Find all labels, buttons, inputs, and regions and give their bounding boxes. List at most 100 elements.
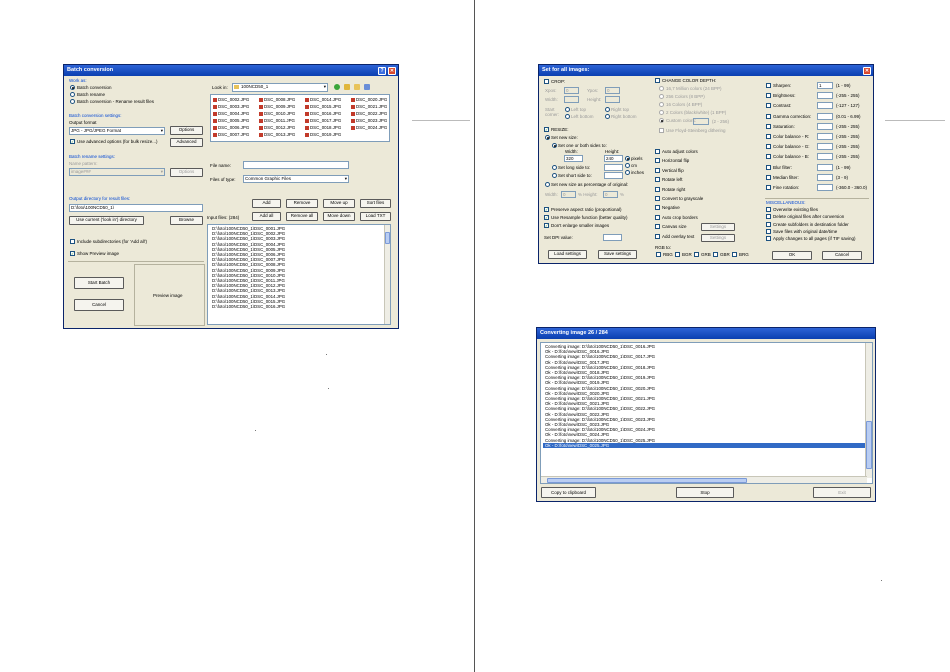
- scrollbar[interactable]: [384, 225, 390, 324]
- crop-height-input[interactable]: [605, 96, 620, 103]
- effect-checkbox[interactable]: [655, 224, 660, 230]
- new-width-input[interactable]: 320: [564, 155, 583, 162]
- short-side-input[interactable]: [604, 172, 623, 179]
- misc-checkbox[interactable]: [766, 228, 771, 234]
- effect-checkbox[interactable]: [655, 177, 660, 183]
- radio-percentage[interactable]: [545, 182, 550, 187]
- include-subdirs-checkbox[interactable]: [70, 239, 75, 244]
- adjustment-checkbox[interactable]: [766, 134, 771, 139]
- load-txt-button[interactable]: Load TXT: [360, 212, 391, 221]
- adjustment-input[interactable]: [817, 173, 833, 181]
- use-current-dir-button[interactable]: Use current ('look in') directory: [69, 216, 144, 225]
- cancel-button[interactable]: Cancel: [822, 251, 862, 260]
- pct-height-input[interactable]: 0: [603, 191, 618, 198]
- rgb-option-checkbox[interactable]: [694, 252, 699, 257]
- new-height-input[interactable]: 240: [604, 155, 623, 162]
- color-depth-checkbox[interactable]: [655, 78, 660, 83]
- rgb-option-checkbox[interactable]: [713, 252, 718, 257]
- effect-checkbox[interactable]: [655, 167, 660, 173]
- adjustment-checkbox[interactable]: [766, 185, 771, 190]
- radio-cm[interactable]: [625, 163, 630, 168]
- file-name-input[interactable]: [243, 161, 349, 169]
- radio-long-side[interactable]: [552, 165, 557, 170]
- file-item[interactable]: DSC_0002.JPG: [213, 97, 249, 102]
- horizontal-scrollbar[interactable]: [541, 476, 867, 483]
- adjustment-checkbox[interactable]: [766, 103, 771, 109]
- overlay-settings-button[interactable]: Settings: [701, 234, 735, 242]
- name-pattern-select[interactable]: image### ▾: [69, 168, 165, 176]
- radio-color-depth[interactable]: [659, 102, 664, 107]
- radio-batch-rename[interactable]: [70, 92, 75, 97]
- pct-width-input[interactable]: 0: [561, 191, 576, 198]
- up-folder-icon[interactable]: [344, 84, 350, 90]
- close-icon[interactable]: ✕: [863, 66, 871, 75]
- input-file-row[interactable]: D:\foto\100NCD50_1\DSC_0016.JPG: [210, 304, 390, 309]
- dpi-input[interactable]: [603, 234, 622, 241]
- start-batch-button[interactable]: Start Batch: [74, 277, 124, 289]
- effect-checkbox[interactable]: [655, 233, 660, 239]
- exit-button[interactable]: Exit: [813, 487, 871, 498]
- file-item[interactable]: DSC_0014.JPG: [305, 97, 341, 102]
- adjustment-checkbox[interactable]: [766, 93, 771, 99]
- adjustment-checkbox[interactable]: [766, 113, 771, 119]
- radio-color-depth[interactable]: [659, 94, 664, 99]
- adjustment-checkbox[interactable]: [766, 83, 771, 88]
- rgb-option-checkbox[interactable]: [675, 252, 680, 257]
- radio-color-depth[interactable]: [659, 118, 664, 123]
- resample-checkbox[interactable]: ✓: [544, 215, 549, 220]
- effect-checkbox[interactable]: [655, 196, 660, 201]
- browse-button[interactable]: Browse: [170, 216, 203, 225]
- ypos-input[interactable]: 0: [605, 87, 620, 94]
- cancel-button[interactable]: Cancel: [74, 299, 124, 311]
- long-side-input[interactable]: [604, 164, 623, 171]
- view-menu-icon[interactable]: [364, 84, 370, 90]
- adjustment-input[interactable]: [817, 143, 833, 151]
- file-item[interactable]: DSC_0010.JPG: [259, 111, 295, 116]
- misc-checkbox[interactable]: [766, 221, 771, 227]
- log-line[interactable]: Ok - D:\foto\new\DSC_0025.JPG: [543, 442, 872, 449]
- radio-set-new-size[interactable]: [545, 135, 550, 140]
- input-files-list[interactable]: D:\foto\100NCD50_1\DSC_0001.JPG D:\foto\1…: [207, 224, 391, 325]
- effect-checkbox[interactable]: [655, 158, 660, 164]
- adjustment-input[interactable]: [817, 112, 833, 120]
- adjustment-checkbox[interactable]: [766, 154, 771, 160]
- ok-button[interactable]: OK: [772, 251, 812, 260]
- new-folder-icon[interactable]: [354, 84, 360, 90]
- copy-to-clipboard-button[interactable]: Copy to clipboard: [541, 487, 596, 498]
- rgb-option-checkbox[interactable]: [732, 252, 737, 257]
- dont-enlarge-checkbox[interactable]: ✓: [544, 223, 549, 228]
- output-format-select[interactable]: JPG - JPG/JPEG Format ▾: [69, 127, 165, 135]
- file-item[interactable]: DSC_0020.JPG: [351, 97, 387, 102]
- file-item[interactable]: DSC_0009.JPG: [259, 104, 295, 109]
- file-item[interactable]: DSC_0016.JPG: [305, 111, 341, 116]
- radio-color-depth[interactable]: [659, 110, 664, 115]
- misc-checkbox[interactable]: [766, 214, 771, 220]
- options-button[interactable]: Options: [170, 126, 203, 135]
- advanced-button[interactable]: Advanced: [170, 138, 203, 147]
- preserve-aspect-checkbox[interactable]: ✓: [544, 207, 549, 212]
- rename-options-button[interactable]: Options: [170, 168, 203, 177]
- file-item[interactable]: DSC_0023.JPG: [351, 118, 387, 123]
- radio-pixels[interactable]: [625, 156, 630, 161]
- output-dir-input[interactable]: D:\foto\100NCD50_1\: [69, 204, 203, 212]
- adjustment-input[interactable]: [817, 102, 833, 110]
- scroll-thumb[interactable]: [866, 421, 872, 469]
- rgb-option-checkbox[interactable]: [656, 252, 661, 257]
- resize-checkbox[interactable]: ✓: [544, 127, 549, 132]
- load-settings-button[interactable]: Load settings: [548, 250, 587, 259]
- misc-checkbox[interactable]: [766, 207, 771, 212]
- radio-right-bottom[interactable]: [605, 114, 610, 119]
- file-item[interactable]: DSC_0022.JPG: [351, 111, 387, 116]
- look-in-select[interactable]: 100NCD50_1 ▾: [232, 83, 328, 92]
- adjustment-input[interactable]: [817, 184, 833, 191]
- back-icon[interactable]: [334, 84, 340, 90]
- file-item[interactable]: DSC_0012.JPG: [259, 125, 295, 130]
- file-item[interactable]: DSC_0019.JPG: [305, 132, 341, 137]
- file-item[interactable]: DSC_0017.JPG: [305, 118, 341, 123]
- adjustment-checkbox[interactable]: [766, 174, 771, 180]
- effect-checkbox[interactable]: [655, 186, 660, 192]
- radio-one-or-both[interactable]: [552, 143, 557, 148]
- file-item[interactable]: DSC_0008.JPG: [259, 97, 295, 102]
- radio-conversion-rename[interactable]: [70, 99, 75, 104]
- file-item[interactable]: DSC_0013.JPG: [259, 132, 295, 137]
